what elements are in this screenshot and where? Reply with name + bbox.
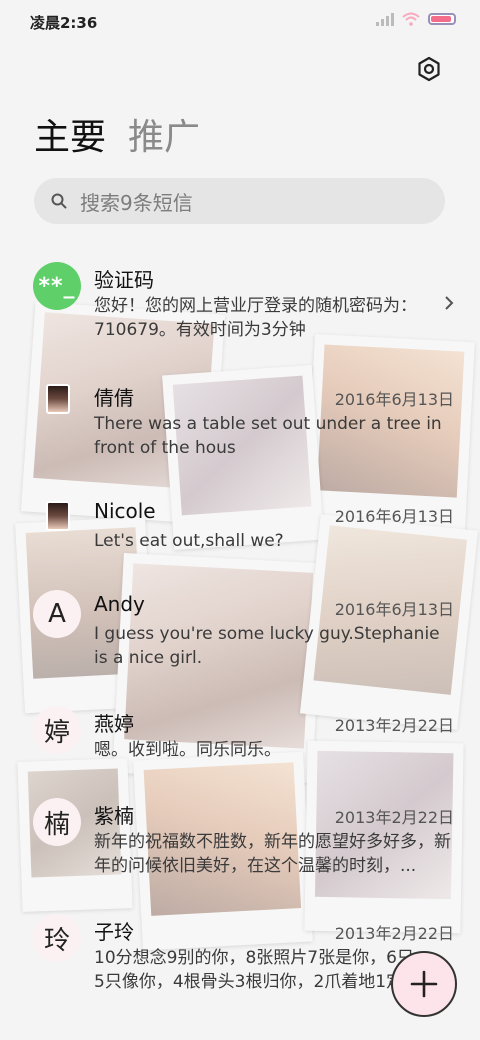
tab-primary[interactable]: 主要 [34,108,106,160]
gear-icon[interactable] [416,56,442,82]
sender-name: 紫楠 [94,804,134,828]
status-bar: 凌晨2:36 [0,0,480,40]
sender-name: 子玲 [94,920,134,944]
message-preview: Let's eat out,shall we? [94,531,284,551]
avatar [46,501,70,531]
status-icons [376,12,456,26]
wifi-icon [402,12,420,26]
sender-name: 燕婷 [94,712,134,736]
plus-icon [410,970,438,998]
message-preview: I guess you're some lucky guy.Stephanie … [94,624,440,668]
message-date: 2016年6月13日 [334,390,454,409]
message-date: 2016年6月13日 [334,507,454,526]
search-input[interactable]: 搜索9条短信 [34,178,445,224]
message-item[interactable]: Nicole 2016年6月13日 Let's eat out,shall we… [0,497,480,557]
chevron-right-icon[interactable] [442,296,456,310]
compose-button[interactable] [391,951,457,1017]
avatar [46,384,70,414]
avatar: 玲 [33,914,81,962]
search-icon [51,193,67,209]
sender-name: 验证码 [94,268,154,292]
avatar: 楠 [33,798,81,846]
message-date: 2013年2月22日 [334,716,454,735]
message-date: 2016年6月13日 [334,600,454,619]
search-placeholder: 搜索9条短信 [80,190,193,215]
sender-name: 倩倩 [94,386,134,410]
message-date: 2013年2月22日 [334,808,454,827]
message-date: 2013年2月22日 [334,924,454,943]
battery-icon [428,13,456,25]
message-preview: There was a table set out under a tree i… [94,414,442,458]
tab-bar: 主要 推广 [34,108,200,160]
message-preview: 新年的祝福数不胜数，新年的愿望好多好多，新年的问候依旧美好，在这个温馨的时刻，.… [94,832,451,876]
message-preview: 您好！您的网上营业厅登录的随机密码为：710679。有效时间为3分钟 [94,296,417,340]
status-time: 凌晨2:36 [30,14,98,32]
message-item[interactable]: A Andy 2016年6月13日 I guess you're some lu… [0,590,480,674]
avatar: A [33,590,81,638]
sender-name: Andy [94,592,145,616]
tab-promotions[interactable]: 推广 [128,108,200,160]
signal-icon [376,12,394,26]
message-item[interactable]: 楠 紫楠 2013年2月22日 新年的祝福数不胜数，新年的愿望好多好多，新年的问… [0,798,480,882]
message-item[interactable]: 倩倩 2016年6月13日 There was a table set out … [0,380,480,470]
message-preview: 嗯。收到啦。同乐同乐。 [94,740,281,760]
message-item-verification[interactable]: **_ 验证码 您好！您的网上营业厅登录的随机密码为：710679。有效时间为3… [0,262,480,346]
avatar: **_ [33,262,81,310]
sender-name: Nicole [94,499,156,523]
message-item[interactable]: 婷 燕婷 2013年2月22日 嗯。收到啦。同乐同乐。 [0,706,480,766]
avatar: 婷 [33,706,81,754]
